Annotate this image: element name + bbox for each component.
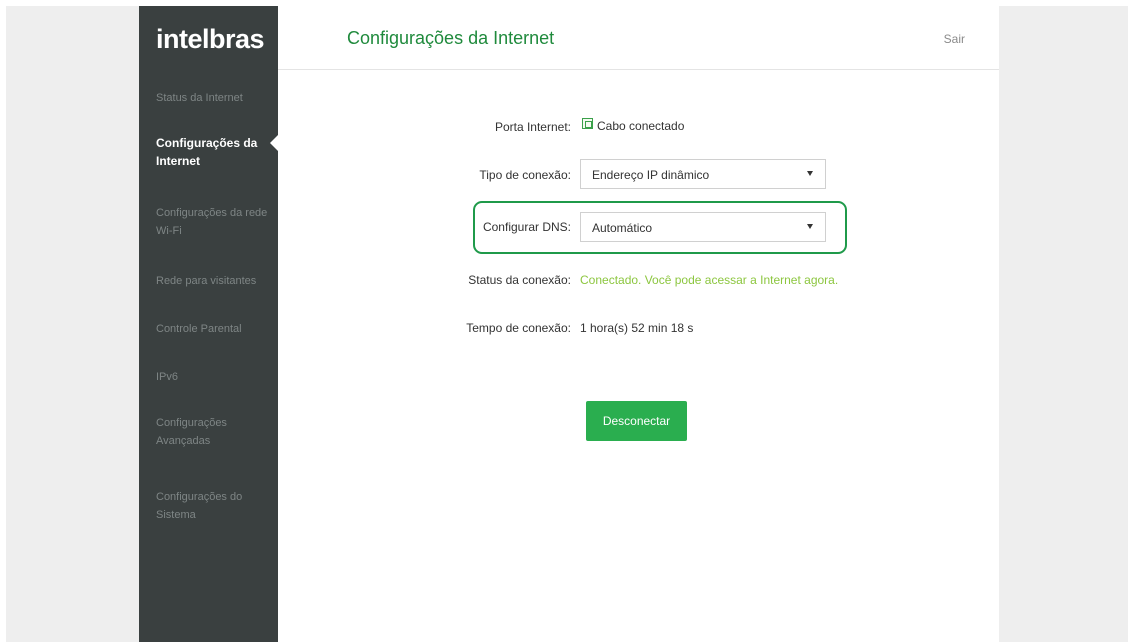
chevron-down-icon	[807, 171, 813, 176]
sidebar-item-system-settings[interactable]: Configurações do Sistema	[156, 488, 272, 524]
disconnect-button[interactable]: Desconectar	[586, 401, 687, 441]
cable-connected-icon	[582, 118, 593, 129]
sidebar-item-internet-status[interactable]: Status da Internet	[156, 89, 272, 107]
dns-label: Configurar DNS:	[482, 220, 571, 234]
connection-type-select[interactable]: Endereço IP dinâmico	[580, 159, 826, 189]
connection-status-label: Status da conexão:	[468, 273, 571, 287]
sidebar-item-ipv6[interactable]: IPv6	[156, 368, 272, 386]
active-item-pointer	[270, 134, 279, 152]
page-header: Configurações da Internet Sair	[278, 6, 999, 70]
sidebar-item-internet-settings[interactable]: Configurações da Internet	[156, 134, 272, 170]
port-label: Porta Internet:	[494, 120, 571, 134]
connection-status-value: Conectado. Você pode acessar a Internet …	[580, 273, 839, 287]
dns-select[interactable]: Automático	[580, 212, 826, 242]
connection-type-selected: Endereço IP dinâmico	[592, 168, 710, 182]
uptime-value: 1 hora(s) 52 min 18 s	[580, 321, 694, 335]
port-status-value: Cabo conectado	[597, 119, 685, 133]
page-title: Configurações da Internet	[347, 28, 555, 48]
logout-link[interactable]: Sair	[944, 32, 965, 46]
dns-selected: Automático	[592, 221, 653, 235]
router-admin-frame: intelbras Status da Internet Configuraçõ…	[139, 6, 999, 642]
intelbras-logo: intelbras	[156, 24, 265, 54]
chevron-down-icon	[807, 224, 813, 229]
uptime-label: Tempo de conexão:	[466, 321, 571, 335]
connection-type-label: Tipo de conexão:	[479, 168, 571, 182]
sidebar-item-advanced-settings[interactable]: Configurações Avançadas	[156, 414, 272, 450]
